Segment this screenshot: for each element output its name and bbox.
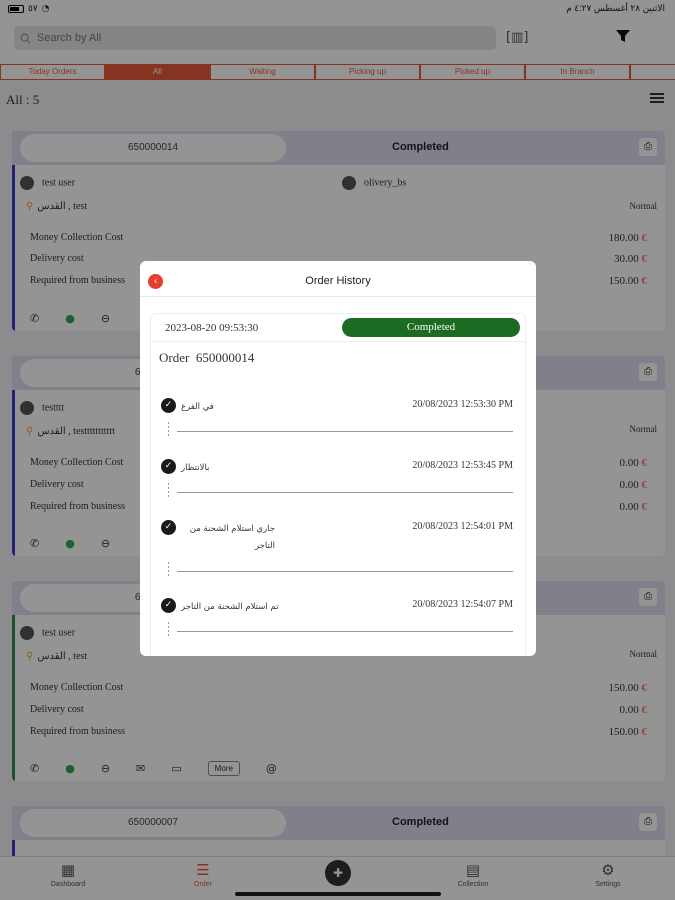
modal-header: ‹ Order History <box>140 261 536 297</box>
timeline-line <box>177 631 513 632</box>
modal-title: Order History <box>305 275 371 287</box>
check-icon: ✓ <box>161 459 176 474</box>
history-item: ✓ بالانتظار 20/08/2023 12:53:45 PM · · · · <box>161 459 517 509</box>
history-label: تم استلام الشحنة من التاجر <box>181 602 279 612</box>
history-label: جاري استلام الشحنة من التاجر <box>189 524 275 551</box>
history-date: 2023-08-20 09:53:30 <box>165 322 259 334</box>
timeline-line <box>177 431 513 432</box>
history-item: ✓ جاري استلام الشحنة من التاجر 20/08/202… <box>161 520 517 581</box>
order-number: Order 650000014 <box>159 350 255 365</box>
timeline-dots: · · · · <box>167 480 170 502</box>
home-indicator <box>235 892 441 896</box>
timeline-dots: · · · · <box>167 419 170 441</box>
order-history-modal: ‹ Order History 2023-08-20 09:53:30 Comp… <box>140 261 536 656</box>
history-time: 20/08/2023 12:54:07 PM <box>412 599 513 610</box>
history-panel: 2023-08-20 09:53:30 Completed Order 6500… <box>150 313 526 656</box>
history-time: 20/08/2023 12:54:01 PM <box>412 521 513 532</box>
timeline-line <box>177 492 513 493</box>
history-time: 20/08/2023 12:53:30 PM <box>412 399 513 410</box>
timeline-line <box>177 571 513 572</box>
history-status-badge: Completed <box>342 318 520 337</box>
history-label: بالانتظار <box>181 463 210 473</box>
timeline-dots: · · · · <box>167 559 170 581</box>
check-icon: ✓ <box>161 520 176 535</box>
check-icon: ✓ <box>161 598 176 613</box>
history-item: ✓ تم استلام الشحنة من التاجر 20/08/2023 … <box>161 598 517 648</box>
history-item: ✓ في الفرع 20/08/2023 12:53:30 PM · · · · <box>161 398 517 448</box>
history-time: 20/08/2023 12:53:45 PM <box>412 460 513 471</box>
timeline-dots: · · · · <box>167 619 170 641</box>
history-label: في الفرع <box>181 402 214 412</box>
check-icon: ✓ <box>161 398 176 413</box>
divider <box>151 341 525 342</box>
